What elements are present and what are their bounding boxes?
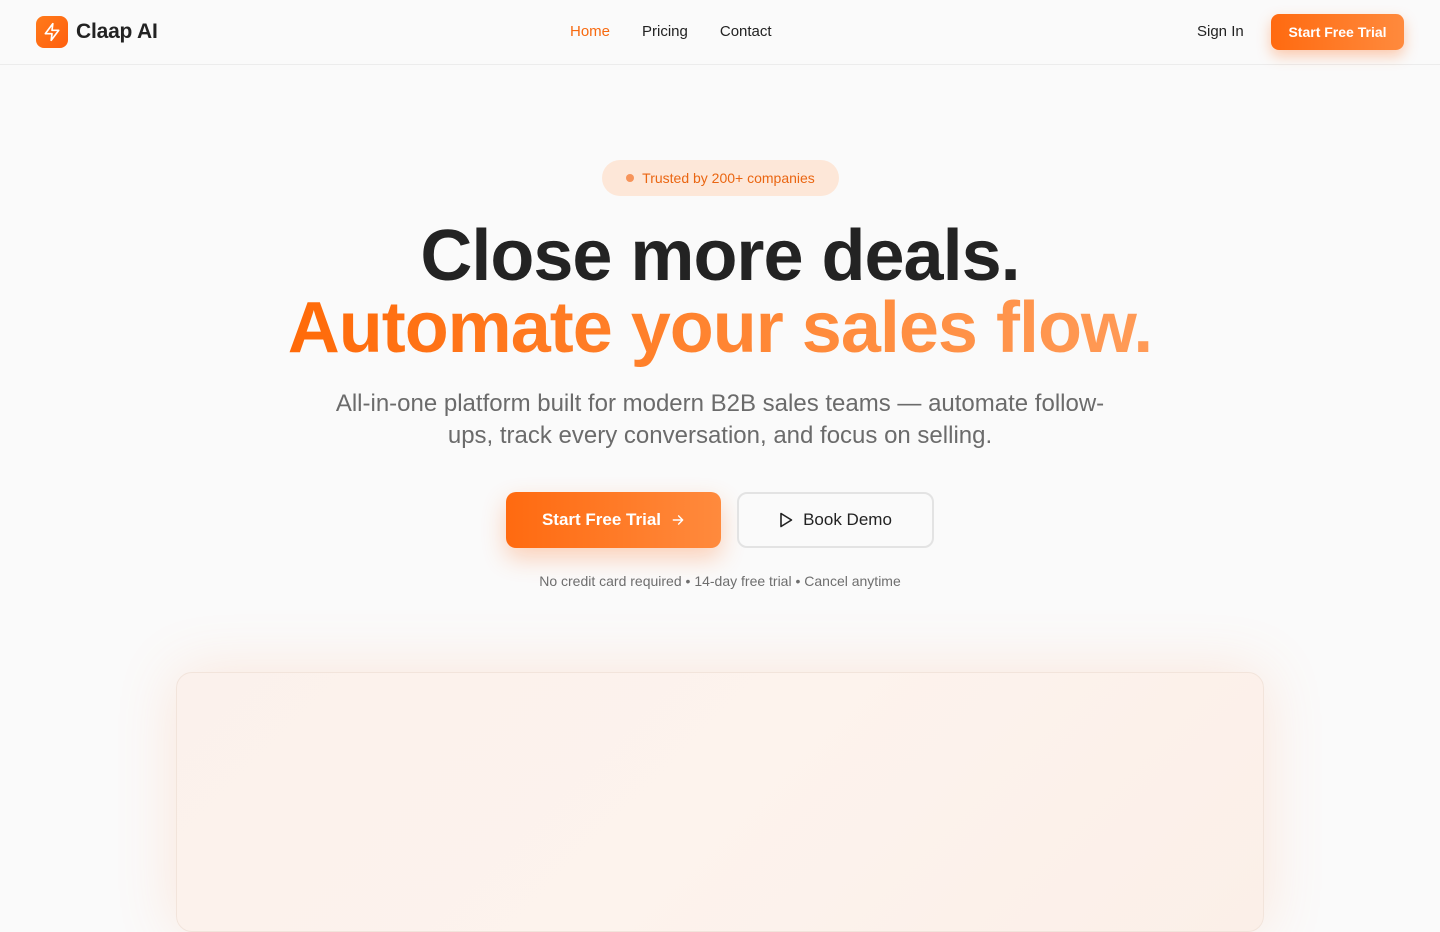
nav-link-pricing[interactable]: Pricing: [642, 23, 688, 40]
nav-link-contact[interactable]: Contact: [720, 23, 772, 40]
product-preview-panel: [176, 672, 1264, 932]
logo: [36, 16, 68, 48]
hero-subtext: All-in-one platform built for modern B2B…: [335, 390, 1105, 449]
headline-line-2-text: Automate your sales flow.: [287, 288, 1154, 368]
top-navbar: Claap AI Home Pricing Contact Sign In St…: [0, 0, 1440, 65]
brand-name: Claap AI: [76, 20, 158, 43]
badge-text: Trusted by 200+ companies: [642, 170, 815, 186]
brand[interactable]: Claap AI: [36, 16, 158, 48]
play-icon: [779, 512, 793, 528]
headline-line-2: Automate your sales flow.: [0, 286, 1440, 370]
trust-badge: Trusted by 200+ companies: [602, 160, 839, 196]
badge-dot-icon: [626, 174, 635, 182]
nav-start-trial-button[interactable]: Start Free Trial: [1271, 14, 1404, 50]
trial-note: No credit card required • 14-day free tr…: [539, 573, 901, 589]
start-free-trial-button[interactable]: Start Free Trial: [506, 492, 721, 548]
book-demo-button[interactable]: Book Demo: [737, 492, 934, 548]
arrow-right-icon: [671, 513, 685, 527]
book-demo-label: Book Demo: [803, 510, 892, 529]
nav-links: Home Pricing Contact: [570, 23, 804, 40]
sign-in-link[interactable]: Sign In: [1197, 23, 1244, 40]
nav-link-home[interactable]: Home: [570, 23, 610, 40]
start-free-trial-label: Start Free Trial: [541, 510, 662, 529]
lightning-icon: [44, 22, 60, 42]
